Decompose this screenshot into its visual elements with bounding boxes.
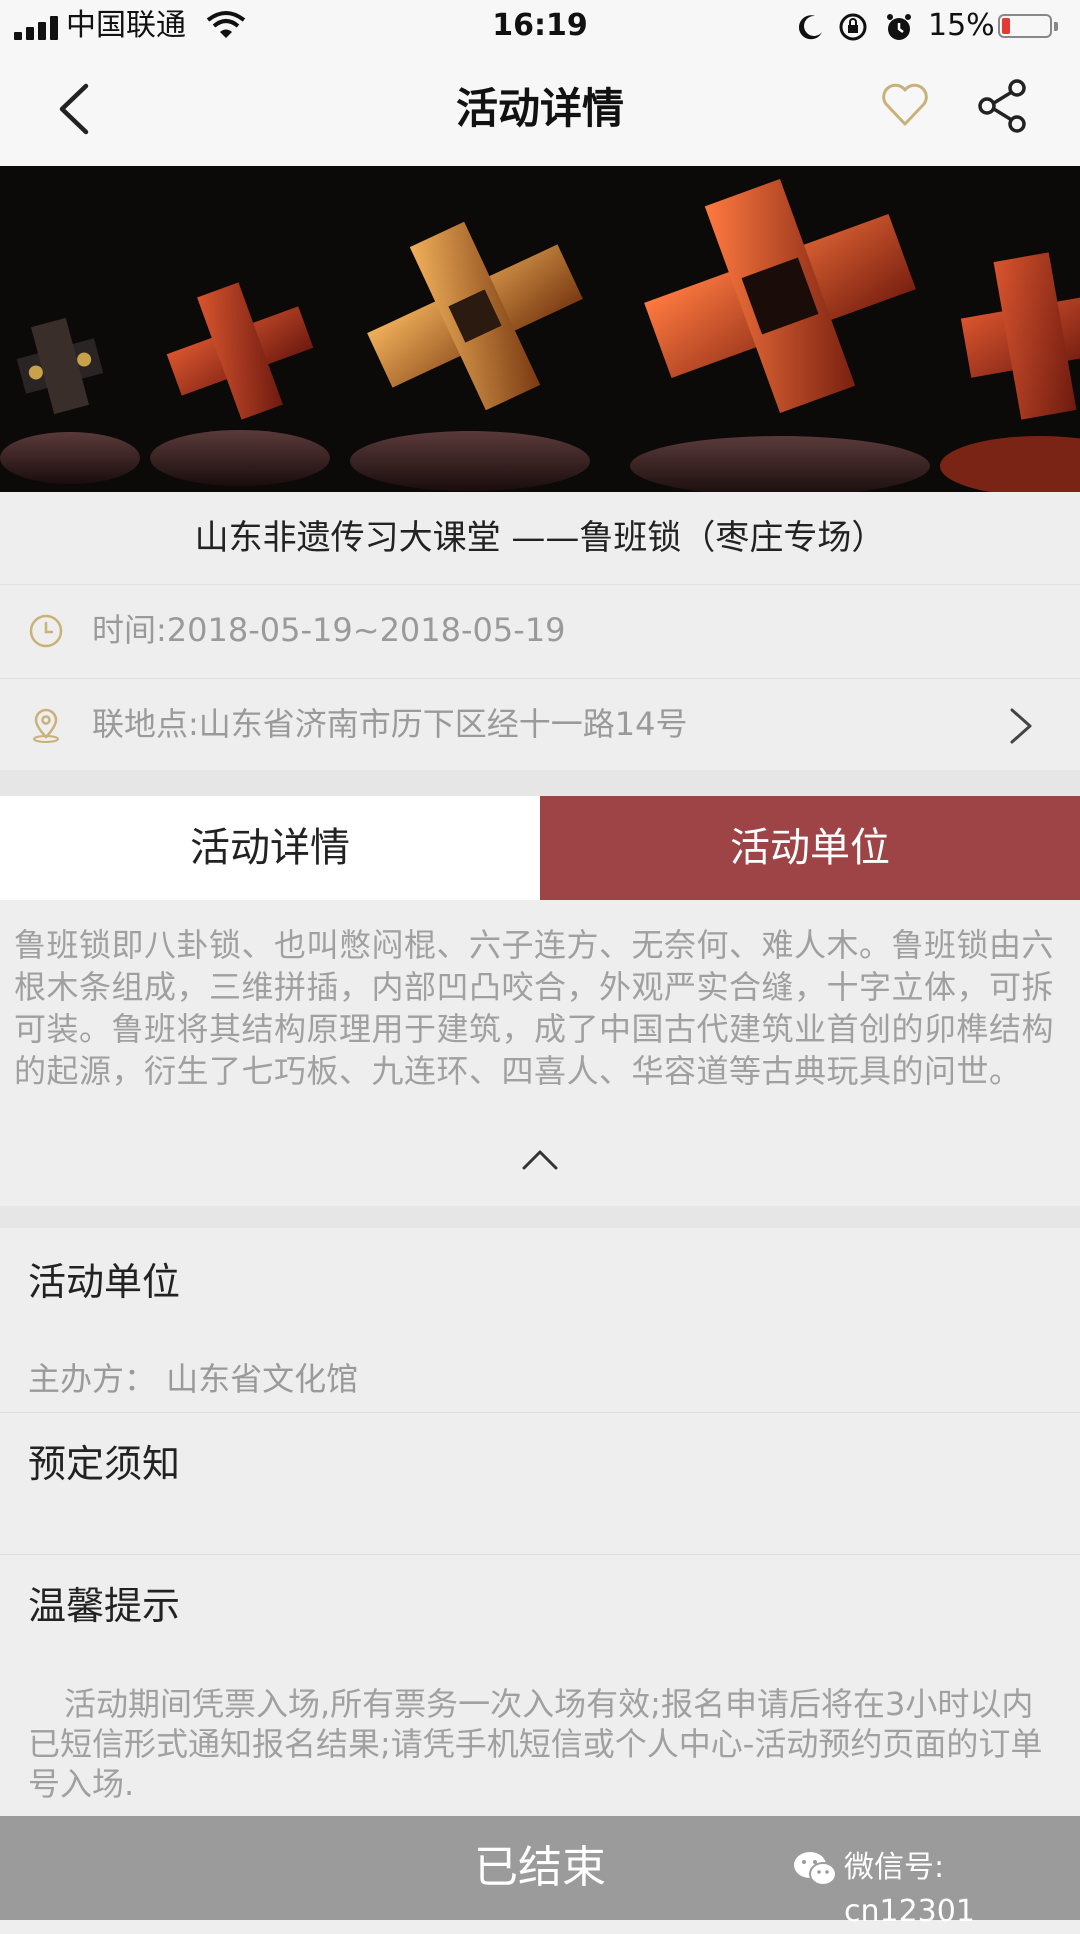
tips-text: 活动期间凭票入场,所有票务一次入场有效;报名申请后将在3小时以内已短信形式通知报… — [28, 1685, 1043, 1803]
tips-section-title: 温馨提示 — [28, 1584, 181, 1628]
chevron-right-icon[interactable] — [1004, 707, 1038, 745]
divider — [0, 1554, 1080, 1555]
bottom-action-bar: 已结束 微信号: cn12301 — [0, 1816, 1080, 1929]
event-title-row: 山东非遗传习大课堂 ——鲁班锁（枣庄专场） — [0, 492, 1080, 584]
rotation-lock-icon — [839, 13, 867, 41]
wechat-watermark: 微信号: cn12301 — [844, 1850, 975, 1929]
event-time-row: 时间:2018-05-19~2018-05-19 — [0, 584, 1080, 675]
chevron-up-icon[interactable] — [520, 1146, 560, 1172]
event-location-row[interactable]: 联地点:山东省济南市历下区经十一路14号 — [0, 678, 1080, 769]
tab-event-details[interactable]: 活动详情 — [0, 796, 540, 900]
event-title: 山东非遗传习大课堂 ——鲁班锁（枣庄专场） — [194, 518, 886, 558]
battery-percentage: 15% — [928, 8, 995, 43]
share-icon[interactable] — [975, 78, 1031, 134]
moon-icon — [798, 15, 822, 40]
event-description: 鲁班锁即八卦锁、也叫憋闷棍、六子连方、无奈何、难人木。鲁班锁由六根木条组成，三维… — [14, 926, 1055, 1090]
divider — [0, 1412, 1080, 1413]
heart-icon[interactable] — [880, 80, 930, 130]
booking-notice-title: 预定须知 — [28, 1442, 181, 1486]
tab-event-units[interactable]: 活动单位 — [540, 796, 1080, 900]
status-time: 16:19 — [492, 8, 588, 43]
section-divider — [0, 770, 1080, 796]
units-section-title: 活动单位 — [28, 1260, 181, 1304]
organizer-text: 主办方： 山东省文化馆 — [28, 1360, 359, 1398]
event-location: 联地点:山东省济南市历下区经十一路14号 — [92, 705, 688, 743]
event-time: 时间:2018-05-19~2018-05-19 — [92, 611, 566, 649]
battery-icon — [998, 14, 1058, 40]
section-divider — [0, 1206, 1080, 1228]
location-pin-icon — [33, 708, 59, 743]
clock-icon — [29, 614, 63, 648]
alarm-icon — [887, 14, 911, 40]
navigation-bar: 活动详情 — [0, 52, 1080, 167]
wechat-icon — [794, 1852, 837, 1886]
status-bar: 中国联通 16:19 15% — [0, 0, 1080, 52]
event-banner-image — [0, 166, 1080, 492]
